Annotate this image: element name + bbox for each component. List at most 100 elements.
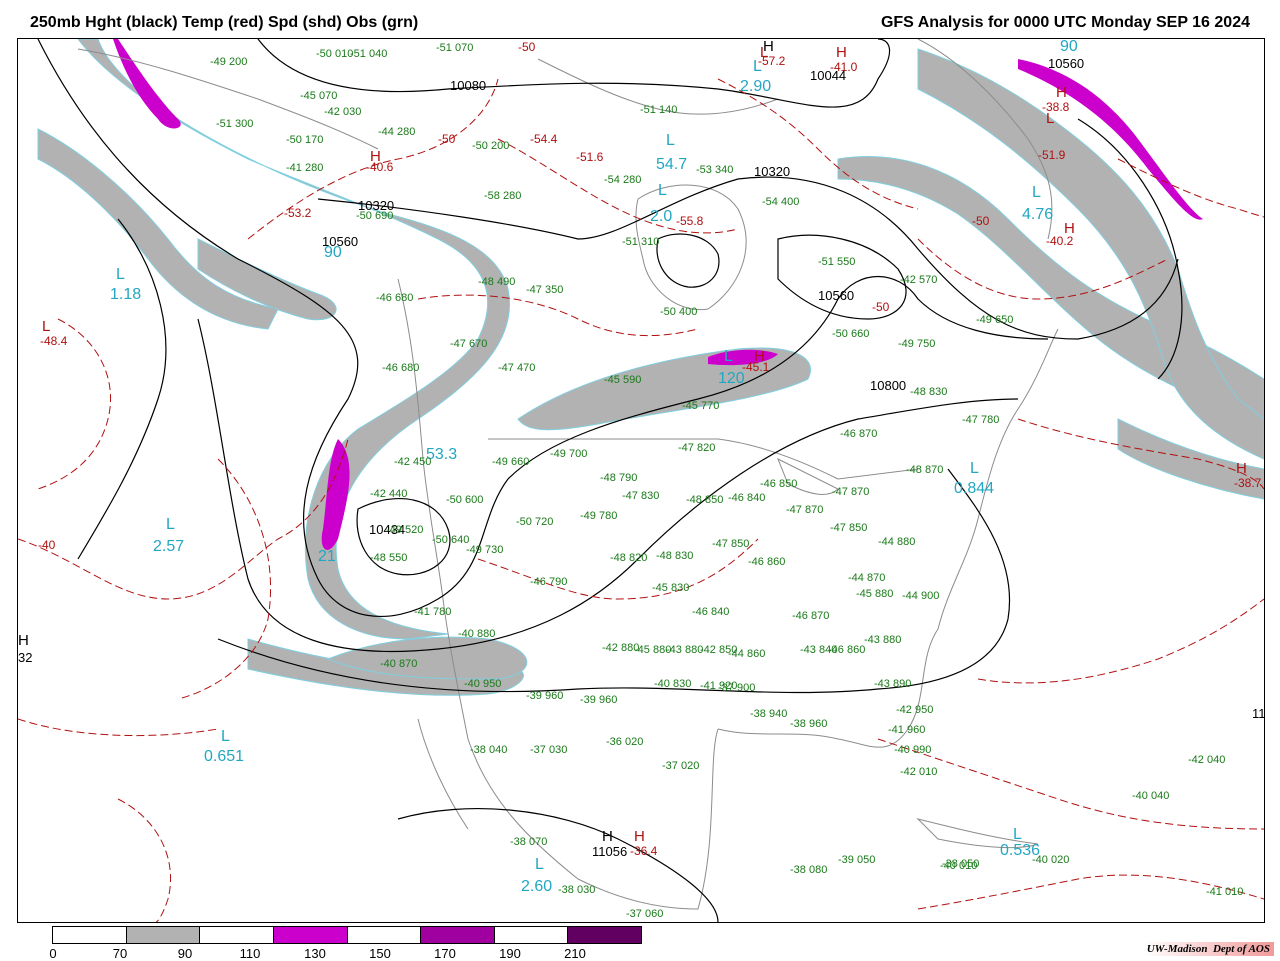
station-obs: -43 880 (864, 634, 902, 646)
mexico-coast (577, 728, 719, 910)
temperature-value: -48.4 (40, 334, 68, 348)
station-obs: -51 040 (350, 48, 388, 60)
station-obs: -53 340 (696, 164, 734, 176)
station-obs: -51 300 (216, 118, 254, 130)
temperature-value: -54.4 (530, 132, 558, 146)
station-obs: -49 660 (492, 456, 530, 468)
station-obs: -47 830 (622, 490, 660, 502)
station-obs: -50 600 (446, 494, 484, 506)
temperature-value: -41.0 (830, 60, 858, 74)
high-center: H (18, 632, 29, 649)
station-obs: -43 890 (874, 678, 912, 690)
station-obs: -38 050 (942, 858, 980, 870)
station-obs: -50 200 (472, 140, 510, 152)
center-value: 21 (318, 548, 336, 565)
temperature-value: -51.9 (1038, 148, 1066, 162)
station-obs: -47 870 (832, 486, 870, 498)
temperature-value: -45.1 (742, 360, 770, 374)
station-obs: -45 830 (652, 582, 690, 594)
station-obs: -49 780 (580, 510, 618, 522)
station-obs: -49 650 (976, 314, 1014, 326)
station-obs: -50 720 (516, 516, 554, 528)
chart-title: 250mb Hght (black) Temp (red) Spd (shd) … (30, 14, 419, 31)
height-label: 10560 (818, 288, 855, 303)
station-obs: -44 900 (902, 590, 940, 602)
temperature-value: -55.8 (676, 214, 704, 228)
high-center: H (634, 828, 645, 845)
center-value: 2.60 (521, 878, 553, 895)
station-obs: -47 850 (830, 522, 868, 534)
station-obs: -36 020 (606, 736, 644, 748)
station-obs: -46 850 (760, 478, 798, 490)
station-obs: -44 860 (728, 648, 766, 660)
station-obs: -47 850 (712, 538, 750, 550)
edge-label: 11 (1252, 706, 1265, 721)
high-center: H (1056, 84, 1067, 101)
wind-speed-shading (37, 39, 1264, 696)
low-center: L (1013, 826, 1022, 843)
height-label: 10080 (450, 78, 487, 93)
high-center: H (1236, 460, 1247, 477)
wind-speed-legend (52, 926, 642, 944)
credit-logo: UW-Madison Dept of AOS (1142, 942, 1274, 956)
station-obs: -41 780 (414, 606, 452, 618)
station-obs: -47 350 (526, 284, 564, 296)
legend-segment (421, 927, 495, 943)
center-value: 0.844 (954, 480, 995, 497)
legend-tick: 90 (177, 946, 193, 961)
temperature-value: -51.6 (576, 150, 604, 164)
station-obs: -54 400 (762, 196, 800, 208)
station-obs: -46 840 (692, 606, 730, 618)
height-label: 10800 (870, 378, 907, 393)
station-obs: -50 170 (286, 134, 324, 146)
high-center: H (836, 44, 847, 61)
low-center: L (535, 856, 544, 873)
station-obs: -46 870 (792, 610, 830, 622)
station-obs: -38 940 (750, 708, 788, 720)
station-obs: -47 470 (498, 362, 536, 374)
center-value: 4.76 (1022, 206, 1054, 223)
legend-tick: 170 (434, 946, 456, 961)
station-obs: -45 880 (856, 588, 894, 600)
station-obs: -50 640 (432, 534, 470, 546)
station-obs: -46 860 (828, 644, 866, 656)
station-obs: -46 870 (840, 428, 878, 440)
station-obs: -40 880 (458, 628, 496, 640)
station-obs: -43 880 (666, 644, 704, 656)
station-obs: -58 280 (484, 190, 522, 202)
station-obs: -40 830 (654, 678, 692, 690)
temperature-value: -50 (872, 300, 890, 314)
station-obs: -37 900 (718, 682, 756, 694)
station-obs: -48 790 (600, 472, 638, 484)
station-obs: -38 070 (510, 836, 548, 848)
station-obs: -50 010 (316, 48, 354, 60)
temperature-value: -36.4 (630, 844, 658, 858)
temperature-value: -50 (518, 40, 536, 54)
station-obs: -41 960 (888, 724, 926, 736)
station-obs: -47 780 (962, 414, 1000, 426)
jet-streak-pacific (77, 39, 510, 640)
center-value: 2.57 (153, 538, 185, 555)
edge-label: 32 (18, 650, 33, 665)
center-value: 54.7 (656, 156, 688, 173)
legend-segment (200, 927, 274, 943)
temperature-value: -50 (438, 132, 456, 146)
station-obs: -49 520 (386, 524, 424, 536)
station-obs: -45 070 (300, 90, 338, 102)
station-obs: -40 870 (380, 658, 418, 670)
station-obs: -44 880 (878, 536, 916, 548)
temperature-value: -38.7 (1234, 476, 1262, 490)
station-obs: -49 730 (466, 544, 504, 556)
legend-tick: 210 (564, 946, 586, 961)
station-obs: -44 870 (848, 572, 886, 584)
station-obs: -51 550 (818, 256, 856, 268)
station-obs: -37 060 (626, 908, 664, 920)
station-obs: -45 770 (682, 400, 720, 412)
station-obs: -48 830 (656, 550, 694, 562)
temp-contour-1 (18, 438, 349, 600)
legend-segment (494, 927, 569, 943)
temperature-value: -53.2 (284, 206, 312, 220)
temperature-value: -57.2 (758, 54, 786, 68)
temperature-value: -40 (38, 538, 56, 552)
station-obs: -49 700 (550, 448, 588, 460)
